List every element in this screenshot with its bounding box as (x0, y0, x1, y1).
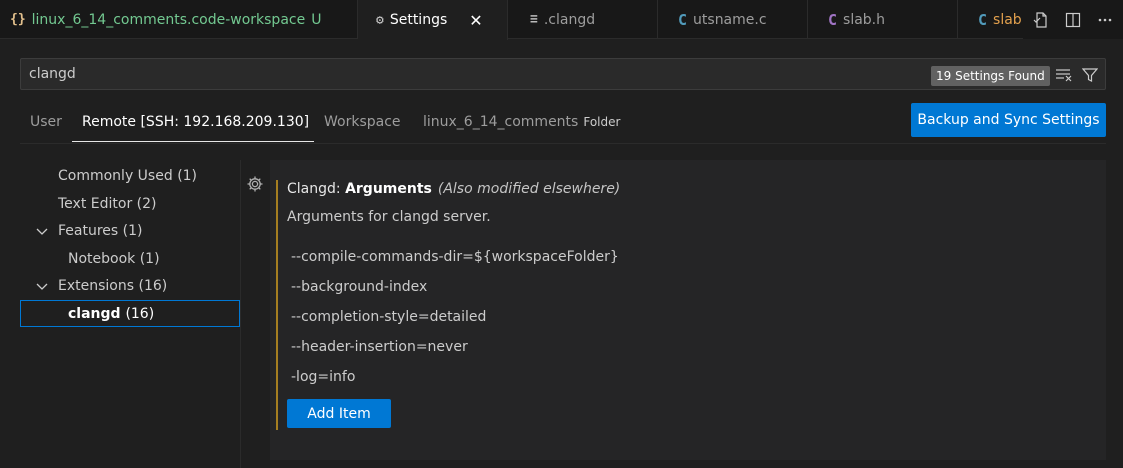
backup-and-sync-button[interactable]: Backup and Sync Settings (911, 103, 1106, 137)
toc-count: (1) (139, 251, 160, 267)
toc-features[interactable]: Features (1) (58, 223, 143, 239)
toc-extensions[interactable]: Extensions (16) (58, 278, 167, 294)
scope-tab-remote[interactable]: Remote [SSH: 192.168.209.130] (82, 114, 309, 130)
toc-clangd[interactable]: clangd (16) (20, 300, 240, 327)
tab-settings[interactable]: ⚙ Settings ✕ (358, 0, 508, 40)
chevron-down-icon[interactable] (36, 226, 48, 240)
search-value[interactable]: clangd (29, 66, 76, 82)
modified-elsewhere-link[interactable]: (Also modified elsewhere) (438, 181, 620, 197)
text-file-icon: ≡ (530, 12, 538, 27)
c-file-icon: C (978, 10, 988, 29)
tab-label: Settings (389, 12, 448, 28)
tab-label: slab.h (843, 11, 886, 28)
toc-label: Commonly Used (58, 168, 173, 184)
toc-divider (240, 160, 241, 468)
toc-count: (1) (122, 223, 143, 239)
close-icon[interactable]: ✕ (469, 11, 482, 30)
split-editor-icon[interactable] (1063, 10, 1083, 30)
open-settings-json-icon[interactable] (1031, 10, 1051, 30)
scope-divider (20, 143, 1106, 144)
toc-label: Features (58, 223, 119, 239)
toc-count: (2) (136, 196, 157, 212)
chevron-down-icon[interactable] (36, 281, 48, 295)
add-item-button[interactable]: Add Item (287, 399, 391, 428)
tab-utsname[interactable]: C utsname.c (658, 0, 808, 39)
json-file-icon: {} (10, 12, 26, 27)
toc-label: Extensions (58, 278, 135, 294)
list-item[interactable]: --background-index (291, 279, 427, 295)
tab-label: .clangd (543, 11, 596, 28)
scope-tab-folder[interactable]: linux_6_14_comments Folder (423, 114, 620, 130)
toc-notebook[interactable]: Notebook (1) (68, 251, 160, 267)
gear-icon[interactable] (246, 175, 264, 198)
untracked-badge: U (311, 11, 322, 28)
list-item[interactable]: -log=info (291, 369, 355, 385)
toc-label: Notebook (68, 251, 136, 267)
scope-tab-user[interactable]: User (30, 114, 62, 130)
active-scope-indicator (72, 141, 314, 142)
toc-count: (16) (138, 278, 168, 294)
toc-label: clangd (16) (68, 306, 155, 322)
setting-category: Clangd: (287, 181, 341, 197)
toc-label: Text Editor (58, 196, 133, 212)
setting-description: Arguments for clangd server. (287, 209, 491, 225)
settings-found-badge: 19 Settings Found (931, 66, 1050, 86)
folder-name: linux_6_14_comments (423, 114, 579, 130)
filter-icon[interactable] (1079, 64, 1101, 86)
settings-search-input[interactable]: clangd 19 Settings Found (20, 58, 1106, 90)
tab-slab-c[interactable]: C slab.c (958, 0, 1028, 39)
list-item[interactable]: --header-insertion=never (291, 339, 468, 355)
list-item[interactable]: --compile-commands-dir=${workspaceFolder… (291, 249, 619, 265)
editor-actions (1023, 0, 1123, 39)
setting-title: Clangd: Arguments (Also modified elsewher… (287, 181, 620, 197)
c-file-icon: C (678, 10, 688, 29)
tab-clangd[interactable]: ≡ .clangd (508, 0, 658, 39)
list-item[interactable]: --completion-style=detailed (291, 309, 486, 325)
tab-slab-h[interactable]: C slab.h (808, 0, 958, 39)
more-actions-icon[interactable] (1095, 10, 1115, 30)
scope-tab-workspace[interactable]: Workspace (324, 114, 401, 130)
toc-count: (1) (177, 168, 198, 184)
toc-commonly-used[interactable]: Commonly Used (1) (58, 168, 197, 184)
settings-icon: ⚙ (376, 12, 384, 28)
toc-text-editor[interactable]: Text Editor (2) (58, 196, 157, 212)
folder-hint: Folder (583, 115, 621, 129)
c-header-file-icon: C (828, 10, 838, 29)
tab-label: linux_6_14_comments.code-workspace (31, 11, 306, 28)
modified-indicator (276, 180, 278, 430)
tab-workspace-file[interactable]: {} linux_6_14_comments.code-workspace U (0, 0, 358, 39)
editor-tab-bar: {} linux_6_14_comments.code-workspace U … (0, 0, 1123, 40)
setting-name: Arguments (345, 181, 432, 197)
clear-filter-icon[interactable] (1053, 64, 1075, 86)
tab-label: utsname.c (693, 11, 767, 28)
